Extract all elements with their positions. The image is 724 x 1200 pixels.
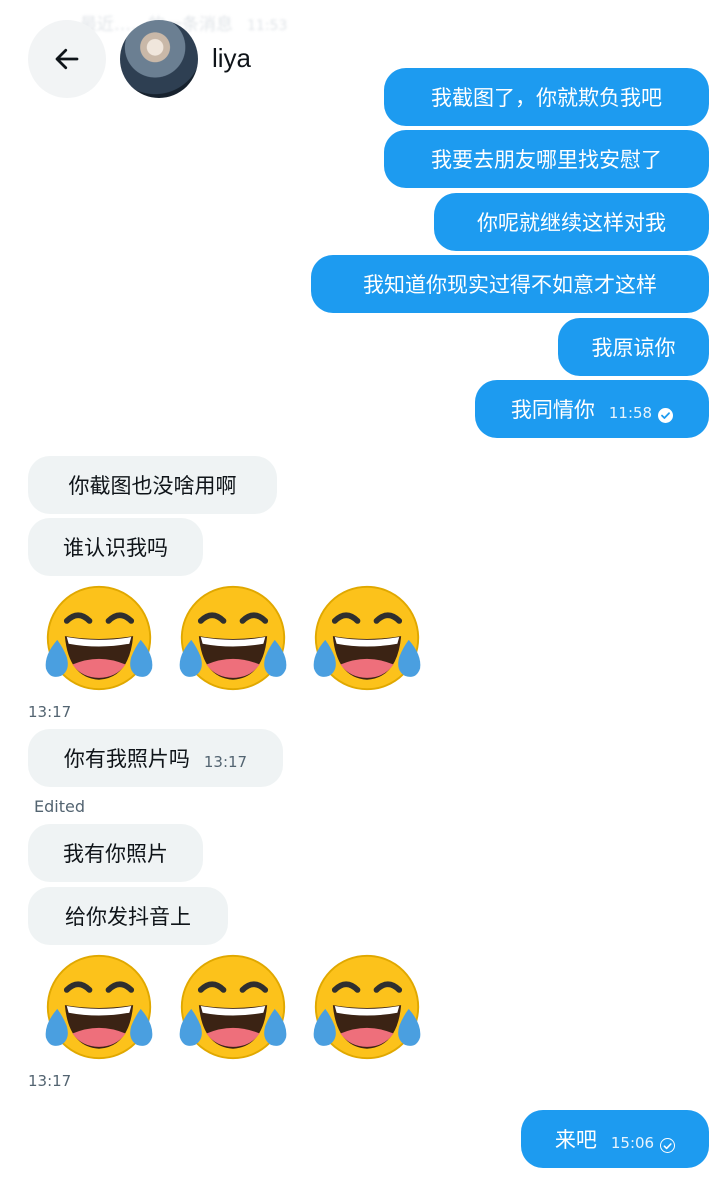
message-text: 我同情你 <box>510 398 595 422</box>
emoji-message[interactable] <box>38 583 428 693</box>
message-time: 15:06 <box>610 1134 655 1152</box>
arrow-left-icon <box>55 48 79 70</box>
tears-of-joy-emoji-icon <box>38 952 160 1062</box>
message-outgoing[interactable]: 我要去朋友哪里找安慰了 <box>384 130 709 188</box>
message-incoming[interactable]: 你截图也没啥用啊 <box>28 456 277 514</box>
message-outgoing[interactable]: 来吧 15:06 <box>521 1110 709 1168</box>
message-text: 我有你照片 <box>63 842 168 866</box>
tears-of-joy-emoji-icon <box>306 952 428 1062</box>
ghost-time: 11:53 <box>247 18 288 34</box>
message-incoming[interactable]: 你有我照片吗 13:17 <box>28 729 283 787</box>
sent-check-icon <box>660 1137 676 1153</box>
message-text: 我要去朋友哪里找安慰了 <box>431 148 662 172</box>
message-text: 你截图也没啥用啊 <box>68 474 237 498</box>
edited-label: Edited <box>34 797 85 816</box>
message-time: 11:58 <box>608 404 653 422</box>
message-incoming[interactable]: 给你发抖音上 <box>28 887 228 945</box>
tears-of-joy-emoji-icon <box>306 583 428 693</box>
message-timestamp: 13:17 <box>28 1072 72 1090</box>
message-outgoing[interactable]: 我同情你 11:58 <box>475 380 709 438</box>
message-text: 你有我照片吗 <box>63 747 190 771</box>
contact-name[interactable]: liya <box>212 43 251 74</box>
tears-of-joy-emoji-icon <box>172 952 294 1062</box>
tears-of-joy-emoji-icon <box>172 583 294 693</box>
message-incoming[interactable]: 谁认识我吗 <box>28 518 203 576</box>
previous-message-preview: 最近……的一条消息11:53 <box>80 10 380 34</box>
back-button[interactable] <box>28 20 106 98</box>
message-outgoing[interactable]: 你呢就继续这样对我 <box>434 193 709 251</box>
message-outgoing[interactable]: 我截图了，你就欺负我吧 <box>384 68 709 126</box>
contact-avatar[interactable] <box>120 20 198 98</box>
message-text: 我原谅你 <box>591 336 676 360</box>
message-outgoing[interactable]: 我原谅你 <box>558 318 709 376</box>
message-text: 来吧 <box>554 1128 597 1152</box>
message-text: 谁认识我吗 <box>63 536 168 560</box>
message-text: 我截图了，你就欺负我吧 <box>431 86 662 110</box>
message-text: 你呢就继续这样对我 <box>477 211 666 235</box>
emoji-message[interactable] <box>38 952 428 1062</box>
message-time: 13:17 <box>203 753 248 771</box>
message-outgoing[interactable]: 我知道你现实过得不如意才这样 <box>311 255 709 313</box>
tears-of-joy-emoji-icon <box>38 583 160 693</box>
message-timestamp: 13:17 <box>28 703 72 721</box>
message-text: 我知道你现实过得不如意才这样 <box>363 273 657 297</box>
read-check-icon <box>658 407 674 423</box>
message-text: 给你发抖音上 <box>65 905 191 929</box>
message-incoming[interactable]: 我有你照片 <box>28 824 203 882</box>
